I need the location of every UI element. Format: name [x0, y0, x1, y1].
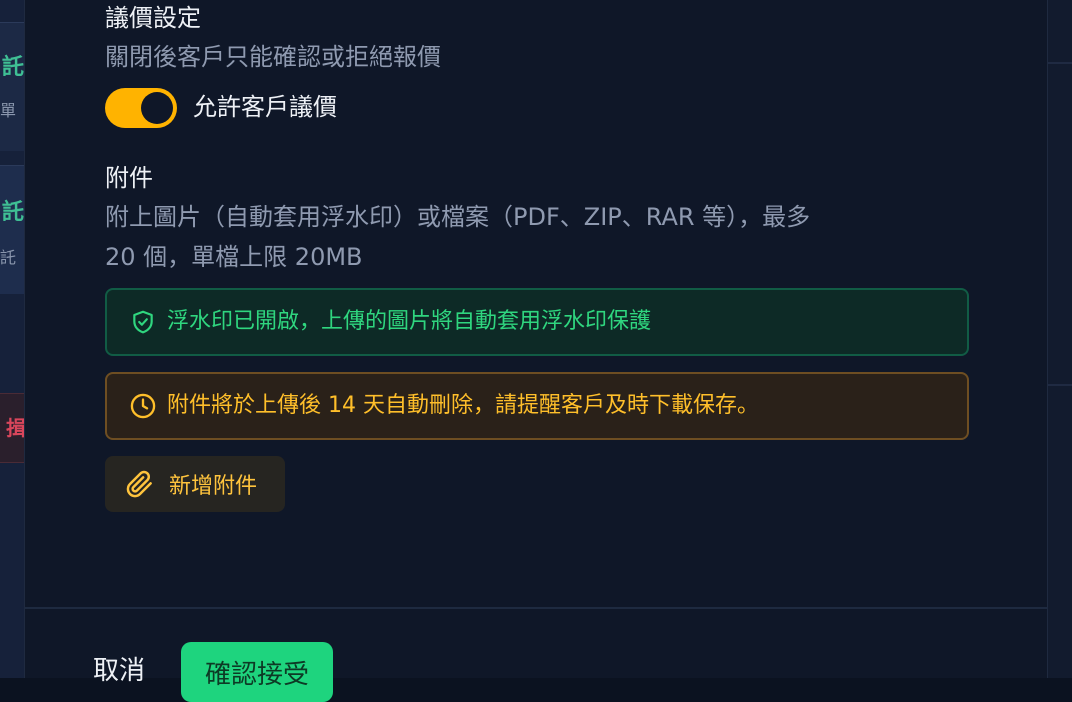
- watermark-notice: 浮水印已開啟，上傳的圖片將自動套用浮水印保護: [105, 288, 969, 356]
- attachments-description-line1: 附上圖片（自動套用浮水印）或檔案（PDF、ZIP、RAR 等），最多: [105, 203, 811, 231]
- attachments-description-line2: 20 個，單檔上限 20MB: [105, 243, 363, 271]
- background-card-subtitle: 託: [0, 248, 17, 267]
- toggle-knob: [141, 92, 173, 124]
- expiry-notice: 附件將於上傳後 14 天自動刪除，請提醒客戶及時下載保存。: [105, 372, 969, 440]
- add-attachment-label: 新增附件: [169, 474, 258, 499]
- footer-divider: [25, 607, 1047, 609]
- background-card-title: 揖: [6, 416, 24, 440]
- accept-quote-modal: 議價設定 關閉後客戶只能確認或拒絕報價 允許客戶議價 附件 附上圖片（自動套用浮…: [24, 0, 1048, 702]
- background-page: 託 單 託 託 揖: [0, 0, 24, 678]
- background-right-edge: [1048, 0, 1072, 678]
- background-card: 託 託: [0, 165, 24, 294]
- background-card: 託 單: [0, 22, 24, 151]
- background-card-title: 託: [2, 55, 24, 80]
- allow-negotiation-toggle[interactable]: [105, 88, 177, 128]
- background-card-title: 託: [2, 200, 24, 225]
- negotiation-section-title: 議價設定: [105, 4, 201, 32]
- paperclip-icon: [125, 468, 157, 500]
- negotiation-section-description: 關閉後客戶只能確認或拒絕報價: [105, 43, 441, 71]
- watermark-notice-text: 浮水印已開啟，上傳的圖片將自動套用浮水印保護: [167, 309, 652, 334]
- cancel-button[interactable]: 取消: [93, 650, 145, 687]
- shield-check-icon: [129, 308, 157, 336]
- allow-negotiation-label: 允許客戶議價: [193, 93, 337, 121]
- background-line: [1048, 62, 1072, 64]
- expiry-notice-text: 附件將於上傳後 14 天自動刪除，請提醒客戶及時下載保存。: [167, 393, 759, 418]
- attachments-section-title: 附件: [105, 164, 153, 192]
- background-card-subtitle: 單: [0, 101, 17, 120]
- background-line: [1048, 384, 1072, 386]
- add-attachment-button[interactable]: 新增附件: [105, 456, 285, 512]
- confirm-accept-button[interactable]: 確認接受: [181, 642, 333, 702]
- background-card-alert: 揖: [0, 393, 24, 463]
- clock-icon: [129, 392, 157, 420]
